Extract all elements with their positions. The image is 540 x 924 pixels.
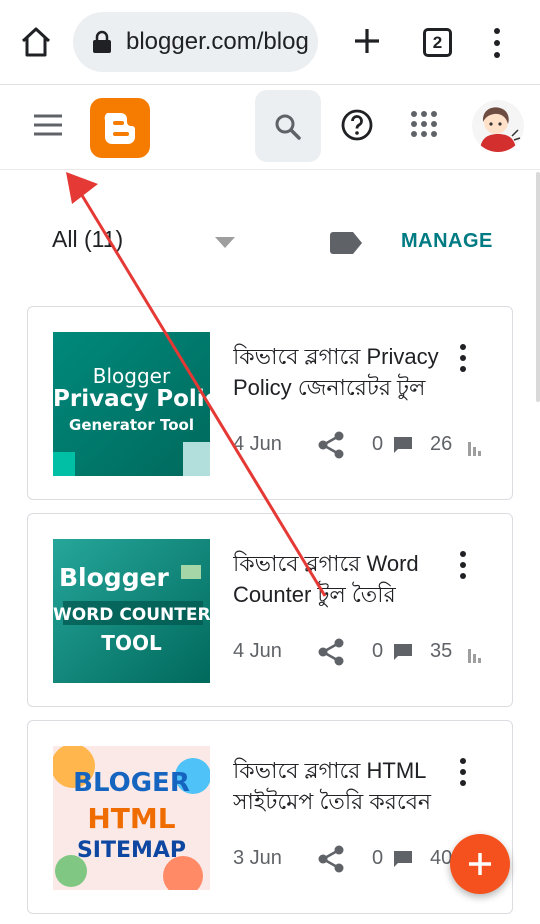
menu-icon[interactable] — [34, 114, 62, 136]
post-date: 4 Jun — [233, 640, 282, 662]
plus-icon — [469, 853, 491, 875]
more-options-icon[interactable] — [456, 550, 470, 580]
lock-icon — [91, 30, 113, 54]
post-date: 3 Jun — [233, 847, 282, 869]
scrollbar[interactable] — [536, 172, 540, 402]
post-thumbnail[interactable]: Blogger WORD COUNTER TOOL — [53, 539, 210, 683]
post-thumbnail[interactable]: BLOGER HTML SITEMAP — [53, 746, 210, 890]
stats-icon — [468, 647, 484, 663]
post-card[interactable]: Blogger Privacy Policy Generator Tool কি… — [27, 306, 513, 500]
account-avatar[interactable] — [472, 100, 524, 152]
stats-icon — [468, 440, 484, 456]
post-card[interactable]: BLOGER HTML SITEMAP কিভাবে ব্লগারে HTML … — [27, 720, 513, 914]
manage-button[interactable]: MANAGE — [401, 230, 493, 253]
post-card[interactable]: Blogger WORD COUNTER TOOL কিভাবে ব্লগারে… — [27, 513, 513, 707]
search-button[interactable] — [255, 90, 321, 162]
browser-toolbar: blogger.com/blog 2 — [0, 0, 540, 85]
tab-switcher-button[interactable]: 2 — [423, 28, 452, 57]
new-tab-icon[interactable] — [350, 24, 384, 58]
help-icon[interactable] — [340, 108, 374, 142]
share-icon[interactable] — [316, 844, 346, 874]
blogger-logo[interactable] — [90, 98, 150, 158]
comment-count: 0 — [372, 847, 384, 869]
label-icon[interactable] — [330, 232, 362, 254]
view-count: 26 — [430, 433, 453, 455]
more-options-icon[interactable] — [456, 757, 470, 787]
comment-icon — [394, 644, 412, 662]
view-count: 35 — [430, 640, 453, 662]
comment-count: 0 — [372, 433, 384, 455]
comment-count: 0 — [372, 640, 384, 662]
post-title[interactable]: কিভাবে ব্লগারে Privacy Policy জেনারেটর ট… — [233, 341, 443, 405]
app-header — [0, 86, 540, 170]
browser-menu-icon[interactable] — [490, 26, 504, 60]
new-post-button[interactable] — [450, 834, 510, 894]
share-icon[interactable] — [316, 430, 346, 460]
post-title[interactable]: কিভাবে ব্লগারে Word Counter টুল তৈরি করব… — [233, 548, 443, 612]
post-thumbnail[interactable]: Blogger Privacy Policy Generator Tool — [53, 332, 210, 476]
address-bar[interactable]: blogger.com/blog — [73, 12, 318, 72]
search-icon — [275, 114, 301, 140]
comment-icon — [394, 851, 412, 869]
more-options-icon[interactable] — [456, 343, 470, 373]
home-icon[interactable] — [18, 24, 54, 60]
share-icon[interactable] — [316, 637, 346, 667]
view-count: 40 — [430, 847, 453, 869]
post-date: 4 Jun — [233, 433, 282, 455]
comment-icon — [394, 437, 412, 455]
apps-grid-icon[interactable] — [410, 110, 438, 138]
post-title[interactable]: কিভাবে ব্লগারে HTML সাইটমেপ তৈরি করবেন — [233, 755, 443, 819]
dropdown-arrow-icon[interactable] — [215, 236, 235, 248]
post-filter-select[interactable]: All (11) — [52, 226, 123, 253]
url-text: blogger.com/blog — [126, 28, 309, 55]
